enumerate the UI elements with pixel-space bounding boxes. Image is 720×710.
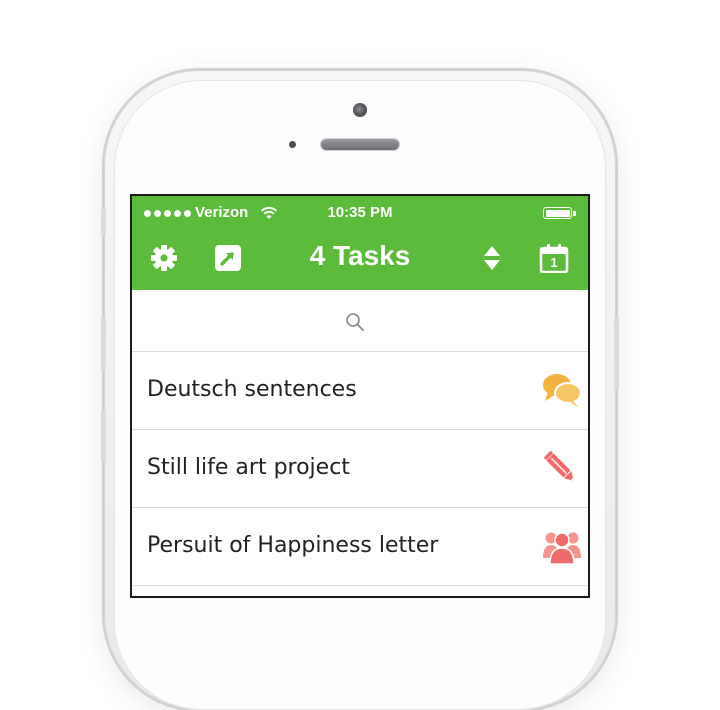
task-label: Still life art project [147,455,350,480]
app-header: Verizon 10:35 PM 4 Tasks 1 [132,196,588,290]
search-icon [346,313,364,331]
front-camera [353,103,367,117]
sort-arrows-icon [484,246,500,270]
battery-tip [573,211,576,216]
page-title: 4 Tasks [309,240,411,271]
proximity-sensor [289,141,296,148]
earpiece-speaker [321,139,399,150]
power-button [614,318,619,390]
sort-button[interactable] [476,242,508,274]
task-label: Persuit of Happiness letter [147,533,439,558]
calendar-day: 1 [550,255,558,270]
battery-icon [543,207,572,219]
status-bar: Verizon 10:35 PM [132,196,588,232]
calendar-button[interactable]: 1 [538,242,570,274]
chat-bubbles-icon [543,374,582,408]
screen: Verizon 10:35 PM 4 Tasks 1 Deutsch sente… [132,196,588,596]
list-item[interactable]: Persuit of Happiness letter [132,508,588,586]
list-item[interactable]: Still life art project [132,430,588,508]
volume-up-button [101,318,106,370]
task-list: Deutsch sentences Still life art project [132,352,588,596]
search-bar[interactable] [132,290,588,352]
volume-down-button [101,410,106,462]
list-item[interactable]: Deutsch sentences [132,352,588,430]
list-item[interactable] [132,586,588,596]
group-icon [543,532,581,565]
task-label: Deutsch sentences [147,377,357,402]
pencil-icon [544,451,575,482]
mute-switch [101,208,106,236]
clock: 10:35 PM [327,204,393,221]
